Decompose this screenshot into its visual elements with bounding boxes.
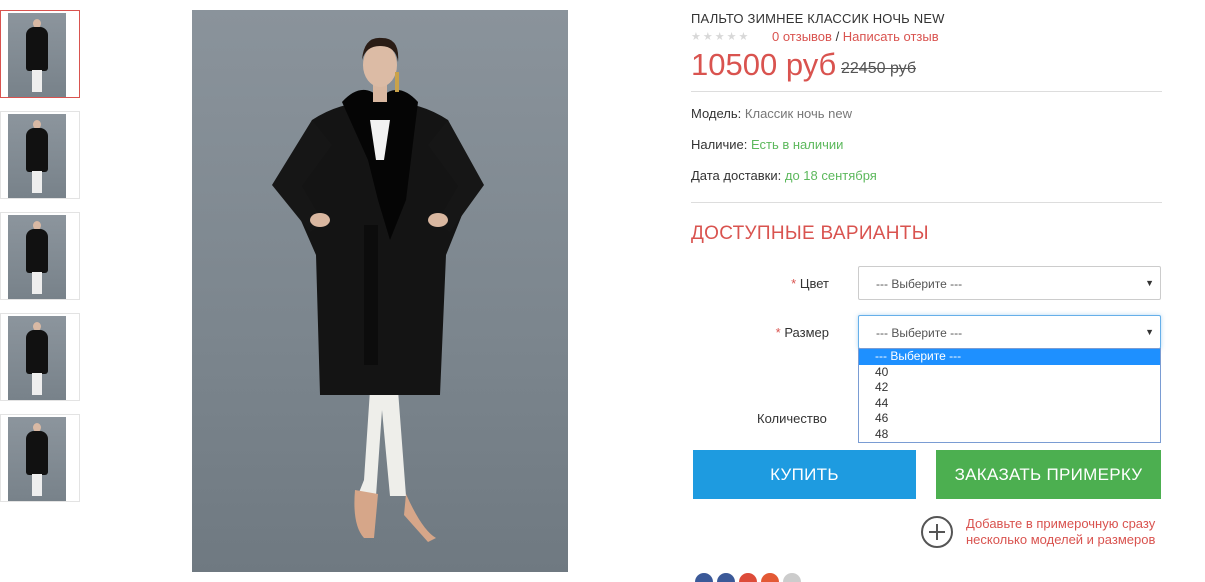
thumbnail-image — [8, 114, 66, 198]
product-title: ПАЛЬТО ЗИМНЕЕ КЛАССИК НОЧЬ NEW — [691, 11, 945, 26]
share-icons — [695, 573, 805, 582]
share-icon[interactable] — [717, 573, 735, 582]
color-select[interactable]: --- Выберите --- ▼ — [858, 266, 1161, 300]
divider — [691, 202, 1162, 203]
order-fitting-button[interactable]: ЗАКАЗАТЬ ПРИМЕРКУ — [936, 450, 1161, 499]
thumbnail-2[interactable] — [0, 111, 80, 199]
color-select-value: --- Выберите --- — [876, 277, 963, 291]
share-icon[interactable] — [783, 573, 801, 582]
size-option[interactable]: 40 — [859, 365, 1160, 381]
required-mark: * — [775, 325, 781, 340]
share-icon[interactable] — [739, 573, 757, 582]
plus-circle-icon[interactable] — [921, 516, 953, 548]
delivery-value: до 18 сентября — [784, 168, 877, 183]
color-label-text: Цвет — [799, 276, 829, 291]
chevron-down-icon: ▼ — [1145, 327, 1154, 337]
thumbnail-4[interactable] — [0, 313, 80, 401]
thumbnail-image — [8, 13, 66, 97]
delivery-label: Дата доставки: — [691, 168, 782, 183]
divider — [691, 91, 1162, 92]
size-label: * Размер — [776, 325, 829, 340]
model-row: Модель: Классик ночь new — [691, 106, 852, 121]
size-option[interactable]: 46 — [859, 411, 1160, 427]
stock-row: Наличие: Есть в наличии — [691, 137, 843, 152]
size-label-text: Размер — [784, 325, 829, 340]
thumbnail-image — [8, 417, 66, 501]
model-value: Классик ночь new — [744, 106, 852, 121]
size-select[interactable]: --- Выберите --- ▼ — [858, 315, 1161, 349]
model-in-coat-image — [272, 37, 484, 542]
main-product-photo[interactable] — [192, 10, 568, 572]
size-select-value: --- Выберите --- — [876, 326, 963, 340]
thumbnail-image — [8, 215, 66, 299]
model-label: Модель: — [691, 106, 742, 121]
price: 10500 руб — [691, 47, 837, 82]
color-label: * Цвет — [791, 276, 829, 291]
size-option[interactable]: 44 — [859, 396, 1160, 412]
thumbnail-5[interactable] — [0, 414, 80, 502]
options-title: ДОСТУПНЫЕ ВАРИАНТЫ — [691, 223, 929, 244]
reviews-separator: / — [831, 29, 843, 44]
size-option[interactable]: --- Выберите --- — [859, 349, 1160, 365]
rating-stars: ★★★★★ — [691, 31, 751, 43]
reviews-count-link[interactable]: 0 отзывов — [772, 29, 832, 44]
share-icon[interactable] — [761, 573, 779, 582]
quantity-label: Количество — [757, 411, 827, 426]
required-mark: * — [791, 276, 797, 291]
reviews-line: 0 отзывов / Написать отзыв — [772, 29, 939, 44]
thumbnail-3[interactable] — [0, 212, 80, 300]
size-dropdown-list: --- Выберите --- 40 42 44 46 48 — [858, 348, 1161, 443]
write-review-link[interactable]: Написать отзыв — [843, 29, 939, 44]
add-to-fitting-note[interactable]: Добавьте в примерочную сразу несколько м… — [966, 516, 1161, 547]
delivery-row: Дата доставки: до 18 сентября — [691, 168, 877, 183]
old-price: 22450 руб — [841, 60, 916, 77]
thumbnail-image — [8, 316, 66, 400]
share-icon[interactable] — [695, 573, 713, 582]
chevron-down-icon: ▼ — [1145, 278, 1154, 288]
stock-value: Есть в наличии — [750, 137, 844, 152]
size-option[interactable]: 48 — [859, 427, 1160, 443]
size-option[interactable]: 42 — [859, 380, 1160, 396]
buy-button[interactable]: КУПИТЬ — [693, 450, 916, 499]
stock-label: Наличие: — [691, 137, 748, 152]
thumbnail-1[interactable] — [0, 10, 80, 98]
